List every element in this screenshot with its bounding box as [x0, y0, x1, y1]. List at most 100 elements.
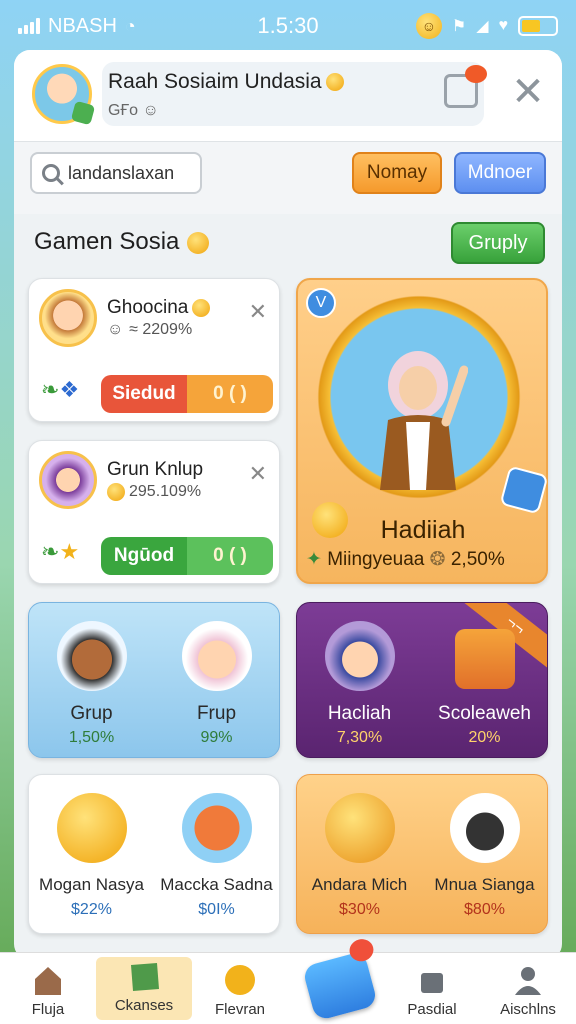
- main-panel: Raah Sosiaim Undasia GҒo ☺ ✕ landanslaxa…: [14, 50, 562, 960]
- action-label: Siedud: [112, 383, 176, 404]
- leaf-icon: ❧❖: [41, 377, 80, 402]
- friend-name: Grun Knlup: [107, 459, 204, 480]
- nav-label: Aischlns: [500, 1001, 556, 1018]
- avatar: [181, 621, 252, 691]
- tile-cell[interactable]: Grup 1,50%: [29, 603, 154, 757]
- group-tile[interactable]: ¬¬ Hacliah 7,30% Scoleaweh 20%: [296, 602, 548, 758]
- nav-label: Pasdial: [407, 1001, 457, 1018]
- nav-label: Fluja: [31, 1001, 65, 1018]
- page-title: Raah Sosiaim Undasia: [108, 70, 344, 94]
- friend-name: Ghoocina: [107, 297, 211, 319]
- nav-label: Ckanses: [114, 997, 174, 1014]
- page-subtitle: GҒo ☺: [108, 102, 159, 119]
- coin-icon: [192, 298, 211, 317]
- house-icon: [35, 967, 61, 995]
- close-icon[interactable]: ✕: [249, 299, 267, 325]
- tile-name: Scoleaweh: [438, 703, 531, 724]
- face-icon: ☺: [142, 102, 159, 119]
- cat-icon: [449, 793, 520, 863]
- tile-cell[interactable]: Mogan Nasya $22%: [29, 775, 154, 933]
- section-title: Gamen Sosia: [34, 228, 210, 256]
- header: Raah Sosiaim Undasia GҒo ☺ ✕: [14, 50, 562, 142]
- badge-icon: [70, 100, 96, 126]
- action-button[interactable]: Siedud 0 ( ): [101, 375, 273, 413]
- status-bar: NBASH ◔ 1.5:30 ☺ ⚑ ◢ ♥: [0, 0, 576, 52]
- friend-card[interactable]: Grun Knlup 295.109% ✕ ❧★ Ngūod 0 ( ): [28, 440, 280, 584]
- verified-icon: V: [306, 288, 336, 318]
- tile-name: Mogan Nasya: [39, 875, 144, 894]
- cell-icon: ◢: [476, 18, 489, 35]
- friend-stat: 295.109%: [107, 483, 201, 501]
- tile-value: $30%: [339, 901, 380, 918]
- nav-item-home[interactable]: Fluja: [0, 953, 96, 1024]
- tile-name: Frup: [196, 703, 237, 724]
- avatar[interactable]: [32, 64, 96, 126]
- featured-card[interactable]: V Hadiiah ✦ Miingyeuaa ❂ 2,50%: [296, 278, 549, 584]
- action-button[interactable]: Ngūod 0 ( ): [101, 537, 273, 575]
- nav-item-flevran[interactable]: Flevran: [192, 953, 288, 1024]
- avatar: [39, 289, 97, 347]
- action-value: 0 ( ): [213, 383, 247, 404]
- tile-cell[interactable]: Hacliah 7,30%: [297, 603, 422, 757]
- share-button[interactable]: [444, 65, 487, 108]
- tile-name: Mnua Sianga: [434, 875, 535, 894]
- leaf-icon: ✦: [306, 549, 322, 570]
- tile-value: 20%: [468, 729, 501, 746]
- featured-name: Hadiiah: [380, 516, 466, 544]
- signal-icon: [18, 18, 40, 34]
- tile-value: $22%: [71, 901, 112, 918]
- notification-icon: ⚑: [451, 18, 467, 35]
- pot-icon: [421, 973, 443, 993]
- close-icon[interactable]: ✕: [249, 461, 267, 487]
- dice-icon: [499, 465, 549, 515]
- close-button[interactable]: ✕: [506, 70, 550, 114]
- tile-cell[interactable]: Frup 99%: [154, 603, 279, 757]
- creature-icon: [56, 793, 127, 863]
- filter-button-blue[interactable]: Mdnoer: [454, 152, 546, 194]
- nav-item-ckanses[interactable]: Ckanses: [96, 957, 192, 1020]
- nav-label: Flevran: [214, 1001, 266, 1018]
- bottom-nav: Fluja Ckanses Flevran Pasdial Aischlns: [0, 952, 576, 1024]
- gift-box-icon: [181, 793, 252, 863]
- featured-avatar: [380, 351, 468, 490]
- filter-button-orange[interactable]: Nomay: [352, 152, 442, 194]
- action-label: Ngūod: [113, 545, 175, 566]
- user-icon: [515, 967, 541, 995]
- group-button[interactable]: Gruply: [451, 222, 545, 264]
- coin-icon: [325, 73, 344, 92]
- map-icon: [131, 963, 159, 991]
- tile-cell[interactable]: Scoleaweh 20%: [422, 603, 547, 757]
- notification-dot-icon: [465, 65, 487, 83]
- tile-value: 1,50%: [68, 729, 115, 746]
- shop-tile[interactable]: Andara Mich $30% Mnua Sianga $80%: [296, 774, 548, 934]
- friend-stat: ☺ ≈ 2209%: [107, 321, 193, 338]
- carrier-label: NBASH: [48, 14, 117, 37]
- tile-value: 7,30%: [336, 729, 383, 746]
- feather-icon: ❂: [429, 549, 446, 570]
- action-value: 0 ( ): [213, 545, 247, 566]
- search-value: landanslaxan: [68, 162, 175, 183]
- group-tile[interactable]: Grup 1,50% Frup 99%: [28, 602, 280, 758]
- avatar: [324, 621, 395, 691]
- featured-subtitle: ✦ Miingyeuaa ❂ 2,50%: [306, 549, 505, 570]
- avatar: [39, 451, 97, 509]
- tile-cell[interactable]: Andara Mich $30%: [297, 775, 422, 933]
- tile-name: Macckа Sadna: [160, 875, 273, 894]
- tile-value: 99%: [200, 729, 233, 746]
- shop-tile[interactable]: Mogan Nasya $22% Macckа Sadna $0I%: [28, 774, 280, 934]
- tile-cell[interactable]: Mnua Sianga $80%: [422, 775, 547, 933]
- title-box: Raah Sosiaim Undasia GҒo ☺: [102, 62, 484, 126]
- search-input[interactable]: landanslaxan: [30, 152, 202, 194]
- gift-box-icon: [454, 629, 515, 689]
- tile-cell[interactable]: Macckа Sadna $0I%: [154, 775, 279, 933]
- leaf-icon: ❧★: [41, 539, 80, 564]
- tile-name: Hacliah: [327, 703, 392, 724]
- search-row: landanslaxan Nomay Mdnoer: [14, 142, 562, 214]
- tile-value: $80%: [464, 901, 505, 918]
- search-icon: [42, 164, 60, 182]
- friend-card[interactable]: Ghoocina ☺ ≈ 2209% ✕ ❧❖ Siedud 0 ( ): [28, 278, 280, 422]
- face-icon: [225, 965, 255, 995]
- nav-item-profile[interactable]: Aischlns: [480, 953, 576, 1024]
- battery-icon: [518, 16, 558, 36]
- nav-item-pasdial[interactable]: Pasdial: [384, 953, 480, 1024]
